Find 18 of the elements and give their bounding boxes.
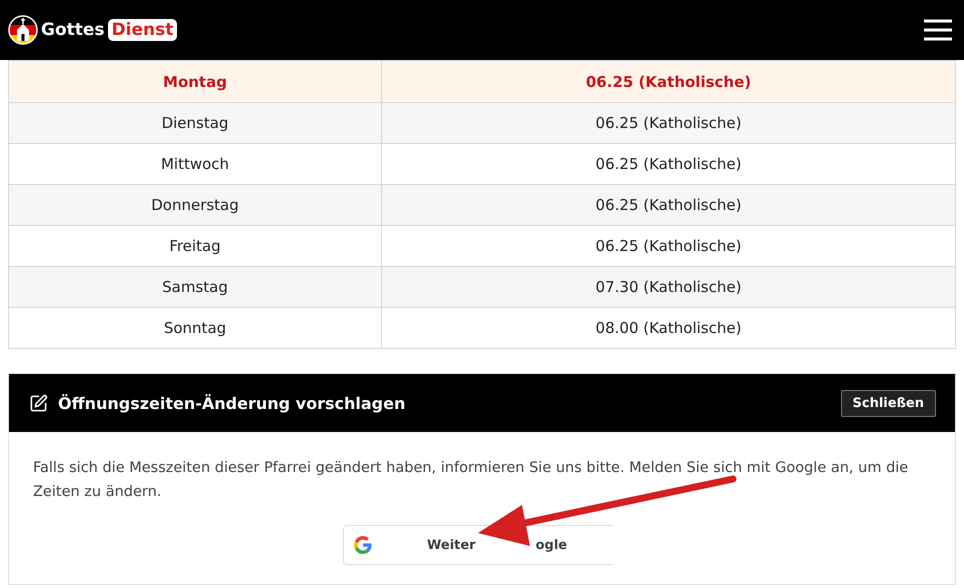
table-cell-text: Dienstag [160, 113, 230, 134]
menu-icon[interactable] [924, 19, 952, 41]
logo-text[interactable]: Gottes [41, 20, 105, 40]
google-sign-in-button[interactable]: Weiter ogle [343, 525, 613, 565]
close-button[interactable]: Schließen [840, 390, 936, 416]
table-cell-text: Montag [162, 72, 228, 92]
info-message: Falls sich die Messzeiten dieser Pfarrei geändert haben, informieren Sie uns bitte. Melden Sie sich mit Google an, um die Zeiten zu ändern. [33, 459, 910, 502]
table-cell-text: Donnerstag [150, 195, 240, 216]
table-cell: 08.00 (Katholische) [381, 308, 955, 348]
table-cell-text: Samstag [161, 277, 229, 298]
table-cell-text: Freitag [168, 236, 222, 257]
edit-icon [29, 394, 48, 412]
panel-title: Öffnungszeiten-Änderung vorschlagen [58, 394, 406, 412]
church-logo-icon [8, 15, 38, 45]
logo-text-badge[interactable]: Dienst [108, 19, 178, 41]
table-cell-text: Mittwoch [160, 154, 230, 175]
google-logo-icon [354, 536, 372, 554]
table-cell-text: Sonntag [162, 318, 228, 339]
